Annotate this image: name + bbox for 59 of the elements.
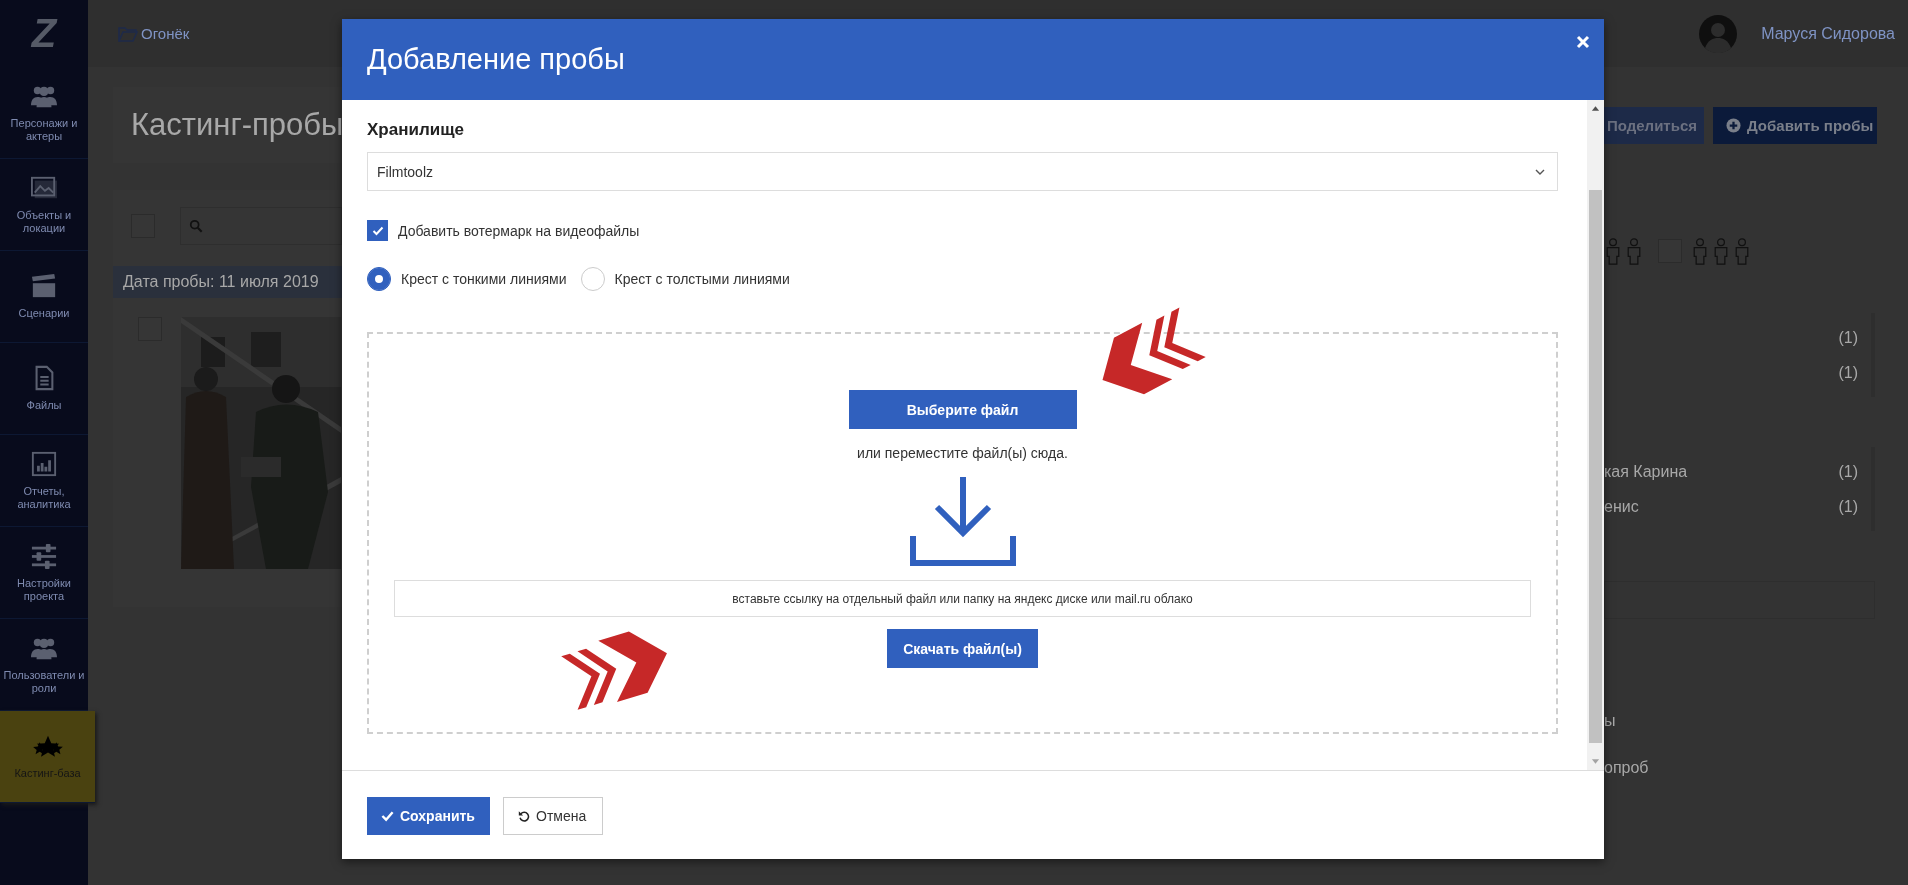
logo: Z: [30, 10, 59, 57]
user-name[interactable]: Маруся Сидорова: [1761, 24, 1895, 43]
person-icon[interactable]: [1604, 237, 1622, 265]
radio-label: Крест с толстыми линиями: [614, 271, 790, 287]
search-icon: [189, 219, 203, 233]
person-icon[interactable]: [1712, 237, 1730, 265]
input-field[interactable]: [1604, 581, 1875, 619]
person-icon[interactable]: [1733, 237, 1751, 265]
folder-icon: [118, 25, 138, 42]
person-icon[interactable]: [1625, 237, 1643, 265]
item-count: (1): [1838, 462, 1858, 481]
radio-label: Крест с тонкими линиями: [401, 271, 567, 287]
add-button[interactable]: Добавить пробы: [1713, 107, 1877, 144]
choose-file-button[interactable]: Выберите файл: [848, 390, 1077, 429]
menu-link[interactable]: опроб: [1604, 759, 1649, 777]
sidebar-item[interactable]: Сценарии: [0, 251, 88, 343]
sidebar-item[interactable]: Файлы: [0, 343, 88, 435]
scrollbar[interactable]: [1587, 100, 1604, 770]
person-icon[interactable]: [1691, 237, 1709, 265]
date-label: Дата пробы: 11 июля 2019: [123, 273, 319, 291]
storage-select[interactable]: Filmtoolz: [367, 152, 1558, 191]
download-button[interactable]: Скачать файл(ы): [887, 629, 1038, 668]
bar-chart-icon: [29, 450, 59, 477]
checkbox-label: Добавить вотермарк на видеофайлы: [398, 222, 640, 239]
search-field[interactable]: [180, 207, 342, 245]
page-title: Кастинг-пробы: [131, 107, 344, 143]
filter-item[interactable]: енис: [1604, 497, 1639, 516]
filter-item[interactable]: кая Карина: [1604, 462, 1688, 481]
item-count: (1): [1838, 497, 1858, 516]
checkbox[interactable]: [367, 220, 388, 241]
sidebar-item[interactable]: Объекты и локации: [0, 159, 88, 251]
save-button[interactable]: Сохранить: [367, 797, 490, 835]
scroll-up-icon[interactable]: [1591, 105, 1600, 111]
item-count: (1): [1838, 328, 1858, 347]
plus-circle-icon: [1726, 118, 1741, 133]
close-icon[interactable]: [1576, 35, 1590, 49]
check-icon: [371, 225, 384, 236]
scroll-down-icon[interactable]: [1591, 759, 1600, 765]
dialog-title: Добавление пробы: [367, 43, 625, 76]
drop-hint: или переместите файл(ы) сюда.: [857, 445, 1068, 461]
sidebar-item[interactable]: Отчеты, аналитика: [0, 435, 88, 527]
radio-button[interactable]: [367, 267, 391, 291]
avatar-icon[interactable]: [1699, 14, 1738, 53]
image-icon: [29, 174, 59, 201]
sidebar-item[interactable]: Персонажи и актеры: [0, 67, 88, 159]
chevron-down-icon: [1535, 168, 1545, 175]
download-icon: [908, 474, 1017, 568]
link-input-field[interactable]: вставьте ссылку на отдельный файл или папку на яндекс диске или mail.ru облако: [394, 580, 1531, 617]
undo-icon: [517, 810, 530, 822]
breadcrumb-link[interactable]: Огонёк: [141, 25, 190, 42]
cancel-button[interactable]: Отмена: [503, 797, 603, 835]
field-label: Хранилище: [367, 120, 465, 141]
check-icon: [381, 810, 394, 822]
menu-link[interactable]: ы: [1604, 712, 1616, 730]
scrollbar-thumb[interactable]: [1589, 190, 1602, 743]
item-count: (1): [1838, 363, 1858, 382]
sidebar-item[interactable]: Настройки проекта: [0, 527, 88, 619]
sliders-icon: [29, 542, 59, 569]
drop-zone[interactable]: Выберите файл или переместите файл(ы) сюда. вставьте ссылку на отдельный файл или папку на яндекс диске или mail.ru облако Скачать файл(ы): [367, 332, 1558, 734]
